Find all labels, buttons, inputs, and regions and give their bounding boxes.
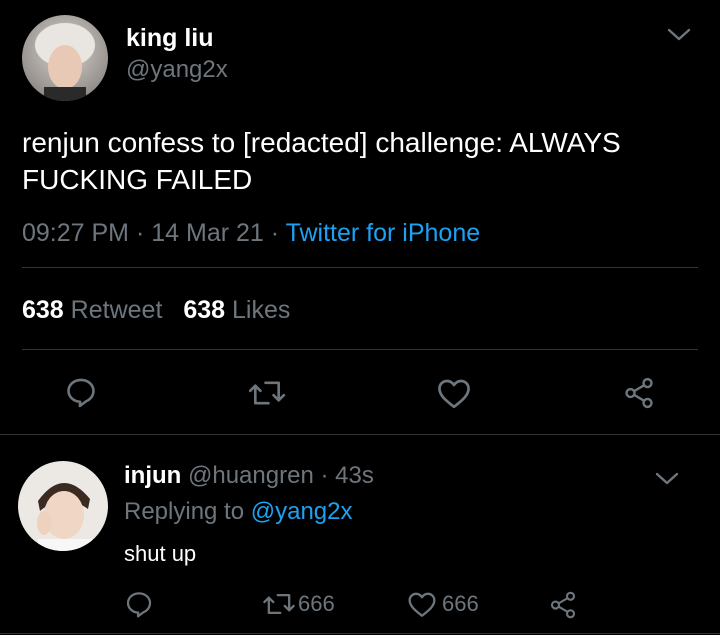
reply-icon[interactable] — [64, 375, 98, 409]
reply-header: injun @huangren · 43s — [124, 462, 374, 490]
divider — [22, 349, 698, 350]
tweet-author-avatar[interactable] — [22, 15, 108, 101]
like-count: 638 — [183, 296, 226, 324]
divider — [22, 267, 698, 268]
reply-like-button[interactable]: 666 — [406, 590, 479, 618]
divider — [0, 434, 720, 435]
tweet-meta: 09:27 PM · 14 Mar 21 · Twitter for iPhon… — [22, 219, 480, 248]
reply-author-avatar[interactable] — [18, 461, 108, 551]
tweet-text: renjun confess to [redacted] challenge: … — [22, 127, 621, 195]
meta-separator: · — [270, 219, 280, 247]
reply-author-handle[interactable]: @huangren — [188, 462, 314, 489]
tweet-source-link[interactable]: Twitter for iPhone — [286, 219, 481, 247]
divider — [0, 633, 720, 634]
retweet-label: Retweet — [70, 296, 163, 324]
reply-retweet-count: 666 — [298, 591, 335, 616]
replying-to-label: Replying to — [124, 498, 245, 525]
tweet-author-name[interactable]: king liu — [126, 24, 214, 53]
tweet-stats: 638 Retweet 638 Likes — [22, 296, 290, 325]
meta-separator: · — [135, 219, 145, 247]
reply-icon[interactable] — [124, 589, 154, 619]
chevron-down-icon[interactable] — [666, 26, 692, 44]
meta-separator: · — [320, 462, 329, 489]
tweet-date: 14 Mar 21 — [151, 219, 264, 247]
reply-author-name[interactable]: injun — [124, 462, 181, 489]
likes-stat[interactable]: 638 Likes — [183, 296, 290, 324]
tweet-author-handle[interactable]: @yang2x — [126, 56, 228, 84]
chevron-down-icon[interactable] — [654, 470, 680, 488]
retweet-icon — [262, 590, 296, 618]
share-icon[interactable] — [622, 376, 656, 410]
reply-age: 43s — [335, 462, 374, 489]
replying-to: Replying to @yang2x — [124, 498, 353, 526]
likes-label: Likes — [232, 296, 291, 324]
reply-text: shut up — [124, 541, 197, 566]
retweet-count: 638 — [22, 296, 64, 324]
retweet-icon[interactable] — [248, 376, 286, 410]
retweet-stat[interactable]: 638 Retweet — [22, 296, 169, 324]
tweet-time: 09:27 PM — [22, 219, 130, 247]
heart-icon[interactable] — [436, 376, 472, 410]
reply-like-count: 666 — [442, 591, 479, 616]
reply-retweet-button[interactable]: 666 — [262, 590, 335, 618]
share-icon[interactable] — [548, 590, 578, 620]
replying-to-handle[interactable]: @yang2x — [251, 498, 353, 525]
heart-icon — [406, 590, 438, 618]
